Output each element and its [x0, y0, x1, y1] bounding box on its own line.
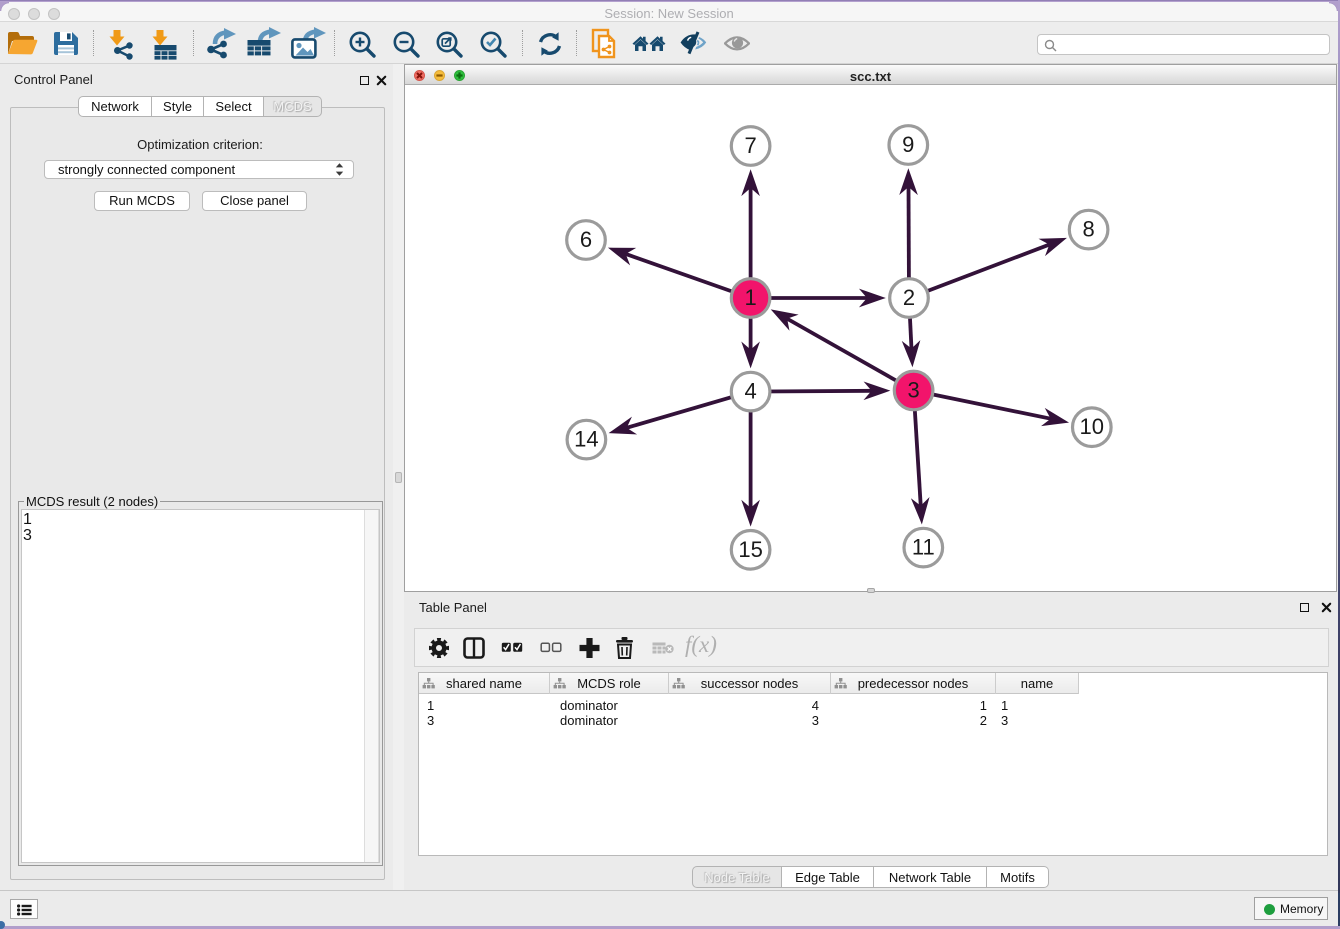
svg-text:8: 8 — [1082, 217, 1094, 242]
svg-text:1: 1 — [744, 285, 756, 310]
svg-text:4: 4 — [744, 379, 756, 404]
svg-text:9: 9 — [902, 132, 914, 157]
svg-text:7: 7 — [744, 133, 756, 158]
svg-text:15: 15 — [738, 537, 762, 562]
svg-text:11: 11 — [912, 535, 935, 560]
svg-text:10: 10 — [1080, 414, 1104, 439]
svg-text:3: 3 — [907, 378, 919, 403]
svg-text:6: 6 — [580, 227, 592, 252]
svg-text:14: 14 — [574, 427, 598, 452]
svg-text:2: 2 — [903, 285, 915, 310]
